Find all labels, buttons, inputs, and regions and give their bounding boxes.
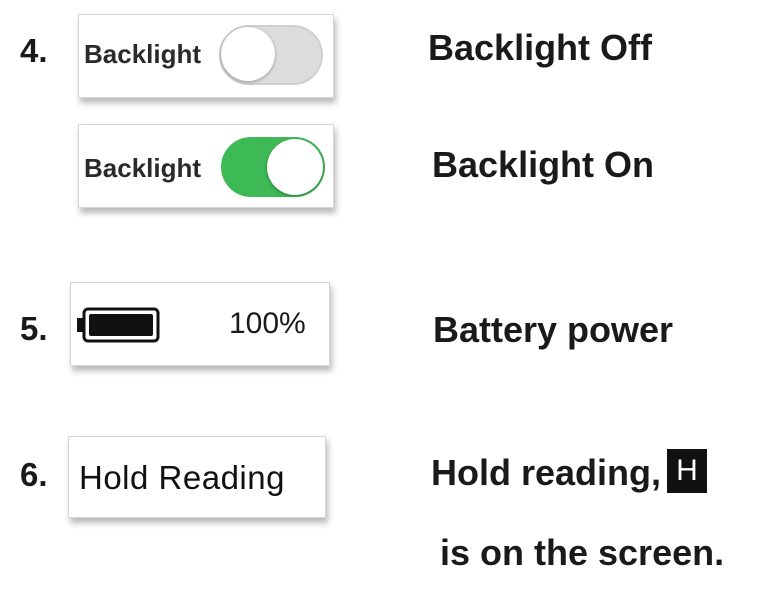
backlight-label: Backlight — [84, 39, 202, 69]
item-number-6: 6. — [20, 456, 48, 493]
hold-reading-label: Hold Reading — [79, 459, 285, 496]
hold-reading-card: Hold Reading — [68, 436, 326, 518]
hold-reading-description: Hold reading, H — [431, 449, 708, 497]
hold-reading-text: Hold reading, — [431, 452, 662, 493]
item-number-5: 5. — [20, 310, 48, 347]
battery-card: 100% — [70, 282, 330, 366]
item-number-4: 4. — [20, 32, 48, 69]
toggle-knob — [267, 139, 323, 195]
backlight-toggle-on[interactable] — [221, 137, 325, 197]
battery-percentage: 100% — [229, 307, 306, 340]
toggle-knob — [221, 27, 275, 81]
hold-indicator-icon: H — [667, 449, 708, 494]
backlight-on-description: Backlight On — [432, 144, 655, 185]
backlight-off-card: Backlight — [78, 14, 334, 98]
backlight-off-description: Backlight Off — [428, 27, 653, 68]
battery-fill — [89, 314, 153, 336]
backlight-toggle-off[interactable] — [219, 25, 323, 85]
battery-description: Battery power — [433, 309, 674, 350]
hold-reading-description-line2: is on the screen. — [440, 532, 725, 573]
backlight-on-card: Backlight — [78, 124, 334, 208]
backlight-label: Backlight — [84, 153, 202, 183]
battery-full-icon — [77, 307, 160, 343]
